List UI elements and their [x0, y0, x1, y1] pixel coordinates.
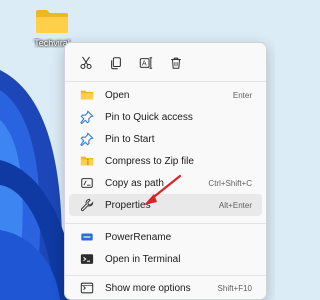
pin-icon [79, 131, 95, 147]
menu-item-label: Compress to Zip file [105, 155, 194, 167]
copy-icon [111, 57, 121, 70]
rename-icon: A [139, 57, 153, 69]
menu-separator [65, 223, 266, 224]
menu-separator [65, 275, 266, 276]
menu-item-label: Pin to Start [105, 133, 155, 145]
folder-icon [79, 87, 95, 103]
menu-item-compress-zip[interactable]: Compress to Zip file [69, 150, 262, 172]
menu-item-label: Pin to Quick access [105, 111, 193, 123]
rename-button[interactable]: A [133, 51, 159, 75]
power-rename-icon [79, 229, 95, 245]
menu-item-pin-quick-access[interactable]: Pin to Quick access [69, 106, 262, 128]
menu-item-shortcut: Shift+F10 [217, 283, 252, 293]
zip-icon [79, 153, 95, 169]
terminal-icon [79, 251, 95, 267]
desktop: Techviral A Open Enter Pin to Quick acce… [0, 0, 275, 300]
cut-button[interactable] [73, 51, 99, 75]
menu-toolbar: A [73, 51, 189, 75]
menu-item-label: Open in Terminal [105, 253, 181, 265]
menu-separator [65, 81, 266, 82]
cut-icon [80, 56, 92, 70]
context-menu: A Open Enter Pin to Quick access Pin to … [64, 42, 267, 300]
menu-item-shortcut: Alt+Enter [218, 200, 252, 210]
menu-item-open[interactable]: Open Enter [69, 84, 262, 106]
menu-item-label: Properties [105, 199, 151, 211]
wrench-icon [79, 197, 95, 213]
menu-item-power-rename[interactable]: PowerRename [69, 226, 262, 248]
svg-text:A: A [142, 60, 147, 68]
folder-icon [35, 8, 69, 34]
copy-button[interactable] [103, 51, 129, 75]
menu-item-label: Copy as path [105, 177, 164, 189]
trash-icon [171, 57, 181, 69]
menu-item-label: Open [105, 89, 130, 101]
menu-item-label: PowerRename [105, 231, 172, 243]
menu-item-open-terminal[interactable]: Open in Terminal [69, 248, 262, 270]
menu-item-label: Show more options [105, 282, 191, 294]
menu-item-shortcut: Enter [232, 90, 252, 100]
menu-item-shortcut: Ctrl+Shift+C [208, 178, 252, 188]
pin-icon [79, 109, 95, 125]
menu-item-pin-start[interactable]: Pin to Start [69, 128, 262, 150]
menu-item-properties[interactable]: Properties Alt+Enter [69, 194, 262, 216]
copy-path-icon [79, 175, 95, 191]
more-options-icon [79, 280, 95, 296]
delete-button[interactable] [163, 51, 189, 75]
menu-item-copy-as-path[interactable]: Copy as path Ctrl+Shift+C [69, 172, 262, 194]
menu-item-show-more-options[interactable]: Show more options Shift+F10 [69, 277, 262, 299]
